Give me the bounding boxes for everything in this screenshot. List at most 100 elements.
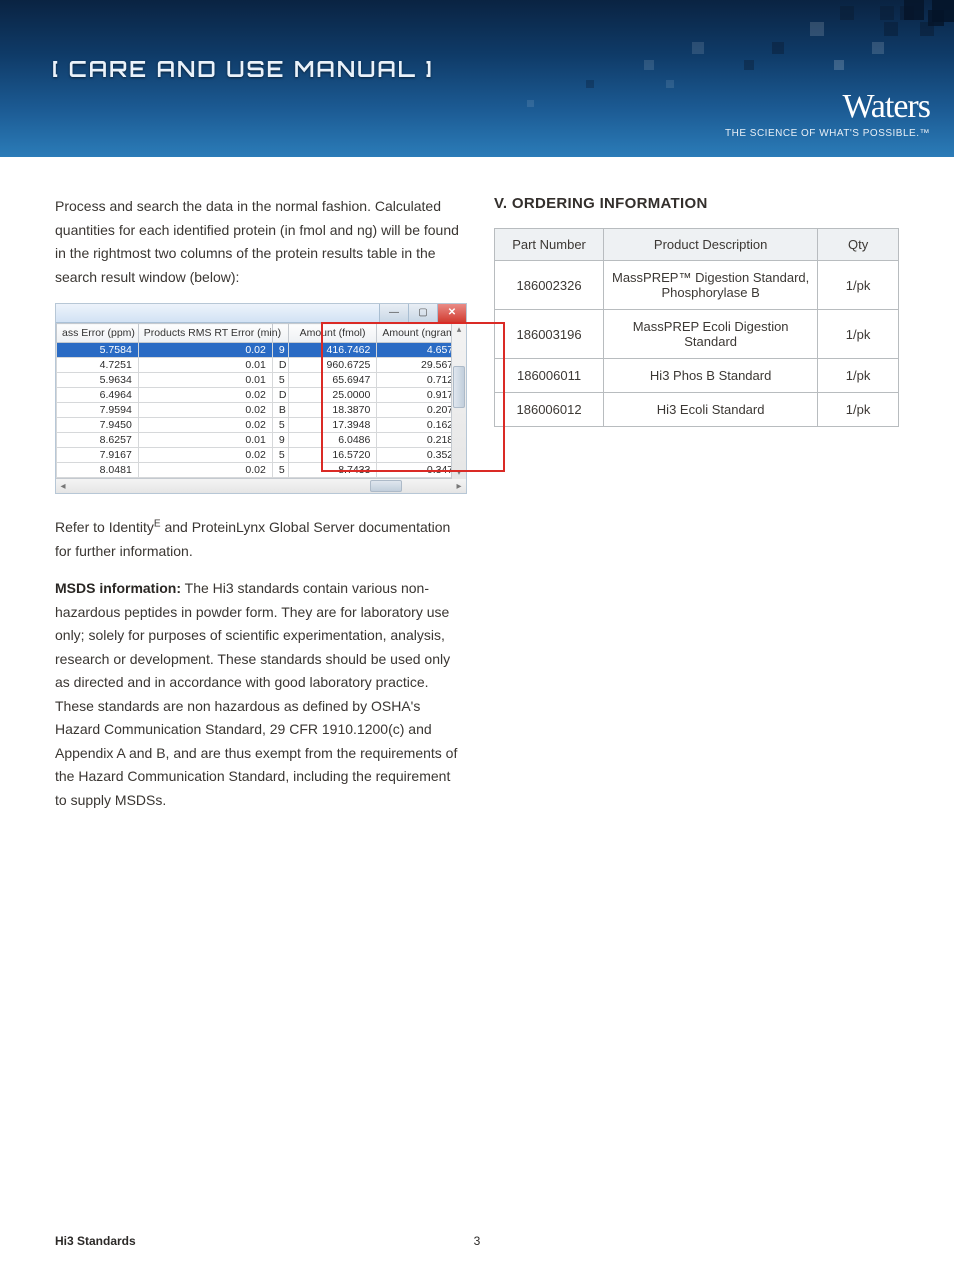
cell-rt-error: 0.01: [138, 373, 272, 388]
cell-ass-error: 7.9167: [57, 448, 139, 463]
page: [ CARE AND USE MANUAL ] Waters THE SCIEN…: [0, 0, 954, 1272]
protein-results-table: ass Error (ppm) Products RMS RT Error (m…: [56, 323, 466, 478]
cell-amount-fmol: 16.5720: [288, 448, 377, 463]
cell-ass-error: 5.9634: [57, 373, 139, 388]
col-header-amount-fmol[interactable]: Amount (fmol): [288, 324, 377, 343]
cell-amount-fmol: 17.3948: [288, 418, 377, 433]
cell-ass-error: 4.7251: [57, 358, 139, 373]
cell-rt-error: 0.02: [138, 463, 272, 478]
cell-description: Hi3 Phos B Standard: [604, 359, 818, 393]
maximize-button[interactable]: ▢: [408, 304, 437, 322]
cell-mid: 5: [272, 463, 288, 478]
cell-amount-fmol: 960.6725: [288, 358, 377, 373]
table-row[interactable]: 4.72510.01D960.672529.5675: [57, 358, 466, 373]
minimize-button[interactable]: —: [379, 304, 408, 322]
table-row[interactable]: 7.95940.02B18.38700.2075: [57, 403, 466, 418]
brand-tagline: THE SCIENCE OF WHAT'S POSSIBLE.™: [725, 128, 930, 139]
intro-paragraph: Process and search the data in the norma…: [55, 195, 460, 289]
scroll-down-arrow-icon[interactable]: ▾: [452, 465, 466, 479]
ordering-table: Part Number Product Description Qty 1860…: [494, 228, 899, 427]
body-text-block-2: Refer to IdentityE and ProteinLynx Globa…: [55, 516, 460, 812]
order-col-desc: Product Description: [604, 229, 818, 261]
banner-title: [ CARE AND USE MANUAL ]: [52, 56, 434, 83]
refer-prefix: Refer to Identity: [55, 519, 154, 535]
vertical-scrollbar[interactable]: ▴ ▾: [451, 322, 466, 479]
cell-rt-error: 0.02: [138, 448, 272, 463]
order-col-qty: Qty: [818, 229, 899, 261]
msds-label: MSDS information:: [55, 580, 181, 596]
left-column: Process and search the data in the norma…: [55, 195, 460, 826]
table-row[interactable]: 8.04810.0258.74330.3475: [57, 463, 466, 478]
scroll-left-arrow-icon[interactable]: ◂: [56, 481, 70, 492]
refer-paragraph: Refer to IdentityE and ProteinLynx Globa…: [55, 516, 460, 563]
protein-results-window: — ▢ ✕ ass Error (ppm) Products RMS RT Er…: [55, 303, 467, 494]
table-row: 186003196MassPREP Ecoli Digestion Standa…: [495, 310, 899, 359]
footer-page-number: 3: [474, 1234, 481, 1248]
col-header-ass-error[interactable]: ass Error (ppm): [57, 324, 139, 343]
content-area: Process and search the data in the norma…: [55, 195, 899, 826]
h-scroll-thumb[interactable]: [370, 480, 402, 492]
cell-ass-error: 8.0481: [57, 463, 139, 478]
table-row[interactable]: 7.91670.02516.57200.3526: [57, 448, 466, 463]
cell-qty: 1/pk: [818, 261, 899, 310]
cell-rt-error: 0.02: [138, 388, 272, 403]
cell-part-number: 186003196: [495, 310, 604, 359]
horizontal-scrollbar[interactable]: ◂ ▸: [56, 478, 466, 493]
cell-mid: 9: [272, 343, 288, 358]
col-header-rt-error[interactable]: Products RMS RT Error (min): [138, 324, 272, 343]
cell-amount-fmol: 18.3870: [288, 403, 377, 418]
footer-doc-title: Hi3 Standards: [55, 1234, 136, 1248]
cell-ass-error: 5.7584: [57, 343, 139, 358]
h-scroll-track[interactable]: [70, 480, 452, 492]
scroll-up-arrow-icon[interactable]: ▴: [452, 322, 466, 336]
table-row[interactable]: 5.96340.01565.69470.7129: [57, 373, 466, 388]
cell-part-number: 186006011: [495, 359, 604, 393]
window-title-bar: — ▢ ✕: [56, 304, 466, 323]
cell-ass-error: 8.6257: [57, 433, 139, 448]
table-row: 186006011Hi3 Phos B Standard1/pk: [495, 359, 899, 393]
waters-logo: Waters: [725, 90, 930, 124]
cell-amount-fmol: 416.7462: [288, 343, 377, 358]
close-button[interactable]: ✕: [437, 304, 466, 322]
identity-superscript: E: [154, 518, 161, 529]
table-row[interactable]: 8.62570.0196.04860.2187: [57, 433, 466, 448]
brand-block: Waters THE SCIENCE OF WHAT'S POSSIBLE.™: [725, 90, 930, 139]
cell-qty: 1/pk: [818, 393, 899, 427]
msds-paragraph: MSDS information: The Hi3 standards cont…: [55, 577, 460, 812]
table-row[interactable]: 6.49640.02D25.00000.9173: [57, 388, 466, 403]
cell-ass-error: 7.9450: [57, 418, 139, 433]
cell-mid: B: [272, 403, 288, 418]
v-scroll-track[interactable]: [452, 336, 466, 465]
cell-amount-fmol: 8.7433: [288, 463, 377, 478]
cell-rt-error: 0.02: [138, 343, 272, 358]
order-col-part: Part Number: [495, 229, 604, 261]
msds-body: The Hi3 standards contain various non-ha…: [55, 580, 457, 808]
cell-mid: 5: [272, 373, 288, 388]
page-footer: Hi3 Standards 3 .: [55, 1234, 899, 1248]
cell-part-number: 186006012: [495, 393, 604, 427]
cell-rt-error: 0.01: [138, 433, 272, 448]
cell-ass-error: 7.9594: [57, 403, 139, 418]
cell-amount-fmol: 6.0486: [288, 433, 377, 448]
table-row[interactable]: 7.94500.02517.39480.1623: [57, 418, 466, 433]
cell-description: MassPREP Ecoli Digestion Standard: [604, 310, 818, 359]
cell-ass-error: 6.4964: [57, 388, 139, 403]
cell-mid: 5: [272, 418, 288, 433]
scroll-right-arrow-icon[interactable]: ▸: [452, 481, 466, 492]
cell-mid: 5: [272, 448, 288, 463]
cell-mid: 9: [272, 433, 288, 448]
table-row: 186002326MassPREP™ Digestion Standard, P…: [495, 261, 899, 310]
cell-rt-error: 0.02: [138, 418, 272, 433]
cell-mid: D: [272, 358, 288, 373]
cell-rt-error: 0.01: [138, 358, 272, 373]
cell-description: MassPREP™ Digestion Standard, Phosphoryl…: [604, 261, 818, 310]
right-column: V. ORDERING INFORMATION Part Number Prod…: [494, 195, 899, 826]
cell-mid: D: [272, 388, 288, 403]
cell-amount-fmol: 65.6947: [288, 373, 377, 388]
cell-qty: 1/pk: [818, 359, 899, 393]
table-row[interactable]: 5.75840.029416.74624.6572: [57, 343, 466, 358]
cell-description: Hi3 Ecoli Standard: [604, 393, 818, 427]
v-scroll-thumb[interactable]: [453, 366, 465, 408]
cell-rt-error: 0.02: [138, 403, 272, 418]
cell-qty: 1/pk: [818, 310, 899, 359]
